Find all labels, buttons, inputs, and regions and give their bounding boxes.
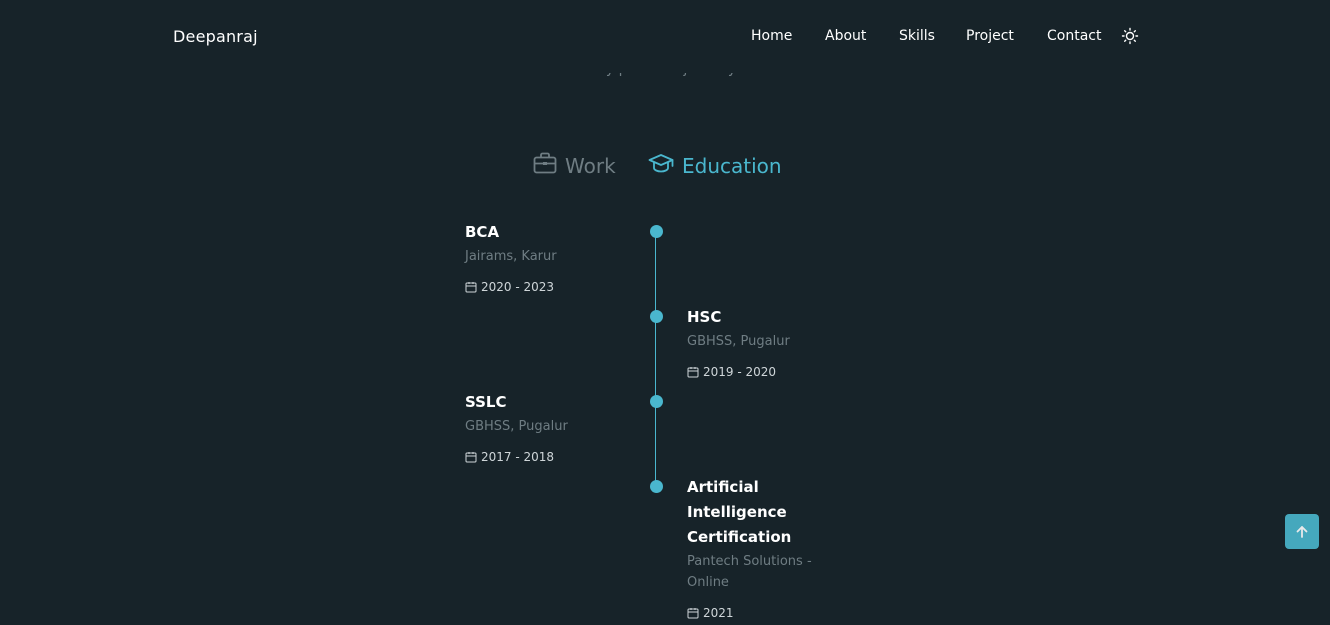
graduation-cap-icon xyxy=(648,152,674,179)
sun-icon[interactable] xyxy=(1121,27,1139,45)
briefcase-icon xyxy=(533,152,557,179)
tab-work-label: Work xyxy=(565,153,616,178)
nav-home[interactable]: Home xyxy=(751,28,792,44)
entry-title: BCA xyxy=(465,223,500,241)
nav-skills[interactable]: Skills xyxy=(899,28,935,44)
entry-title: Artificial Intelligence Certification xyxy=(687,478,792,546)
arrow-up-icon xyxy=(1296,525,1308,538)
timeline-entry: BCA Jairams, Karur 2020 - 2023 xyxy=(465,220,645,294)
entry-date: 2019 - 2020 xyxy=(687,365,867,379)
timeline-entry: Artificial Intelligence Certification Pa… xyxy=(687,475,837,620)
tab-work[interactable]: Work xyxy=(533,152,616,179)
timeline-dot xyxy=(650,310,663,323)
tab-education-label: Education xyxy=(682,153,782,178)
entry-subtitle: GBHSS, Pugalur xyxy=(465,419,568,434)
entry-subtitle: Pantech Solutions - Online xyxy=(687,554,812,590)
nav-about[interactable]: About xyxy=(825,28,866,44)
entry-date-text: 2020 - 2023 xyxy=(481,280,555,294)
timeline-entry: HSC GBHSS, Pugalur 2019 - 2020 xyxy=(687,305,867,379)
scroll-up-button[interactable] xyxy=(1285,514,1319,549)
entry-date: 2021 xyxy=(687,606,837,620)
site-logo[interactable]: Deepanraj xyxy=(173,27,258,46)
site-header: Deepanraj Home About Skills Project Cont… xyxy=(0,0,1330,73)
entry-date: 2020 - 2023 xyxy=(465,280,645,294)
calendar-icon xyxy=(465,282,477,293)
calendar-icon xyxy=(687,367,699,378)
timeline-dot xyxy=(650,395,663,408)
timeline-entry: SSLC GBHSS, Pugalur 2017 - 2018 xyxy=(465,390,645,464)
nav-project[interactable]: Project xyxy=(966,28,1014,44)
timeline-line xyxy=(655,231,656,486)
nav-contact[interactable]: Contact xyxy=(1047,28,1101,44)
calendar-icon xyxy=(465,452,477,463)
timeline-dot xyxy=(650,225,663,238)
entry-date-text: 2019 - 2020 xyxy=(703,365,777,379)
entry-title: HSC xyxy=(687,308,722,326)
entry-title: SSLC xyxy=(465,393,507,411)
entry-date-text: 2017 - 2018 xyxy=(481,450,555,464)
entry-date-text: 2021 xyxy=(703,606,734,620)
entry-subtitle: GBHSS, Pugalur xyxy=(687,334,790,349)
calendar-icon xyxy=(687,608,699,619)
tab-education[interactable]: Education xyxy=(648,152,782,179)
timeline-dot xyxy=(650,480,663,493)
qualification-tabs: Work Education xyxy=(0,152,1330,182)
entry-date: 2017 - 2018 xyxy=(465,450,645,464)
entry-subtitle: Jairams, Karur xyxy=(465,249,557,264)
